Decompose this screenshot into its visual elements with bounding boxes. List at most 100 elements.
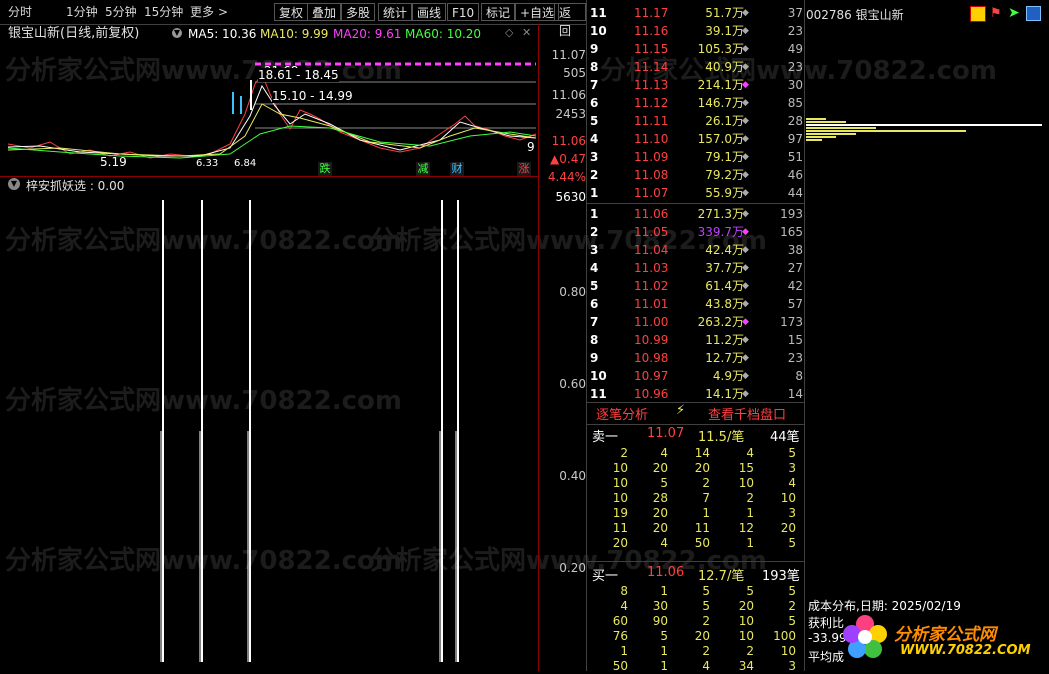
bid-row[interactable]: 5 11.02 61.4万 ◆ 42: [590, 277, 804, 295]
multi-stock-button[interactable]: 多股: [341, 3, 376, 21]
bid-volume: 42.4万: [705, 243, 744, 257]
trade-row: 10 5 2 10 4: [590, 476, 804, 491]
trade-cell: 10: [780, 491, 796, 505]
chevron-down-icon[interactable]: ▼: [172, 28, 182, 38]
ask-row[interactable]: 2 11.08 79.2万 ◆ 46: [590, 166, 804, 184]
profit-value: -33.99: [808, 631, 847, 645]
trade-row: 20 4 50 1 5: [590, 536, 804, 551]
ask-row[interactable]: 6 11.12 146.7万 ◆ 85: [590, 94, 804, 112]
close-icon[interactable]: ✕: [522, 26, 531, 39]
mark-button[interactable]: 标记: [481, 3, 516, 21]
trade-cell: 5: [788, 584, 796, 598]
bid-row[interactable]: 7 11.00 263.2万 ◆ 173: [590, 313, 804, 331]
trade-cell: 20: [738, 599, 754, 613]
bid-row[interactable]: 1 11.06 271.3万 ◆ 193: [590, 205, 804, 223]
f10-button[interactable]: F10: [447, 3, 480, 21]
trade-cell: 5: [702, 599, 710, 613]
tag-die[interactable]: 跌: [318, 162, 332, 176]
bid-volume: 37.7万: [705, 261, 744, 275]
trade-cell: 10: [738, 614, 754, 628]
diamond-icon: ◆: [742, 389, 749, 399]
fuquan-button[interactable]: 复权: [274, 3, 309, 21]
add-watchlist-button[interactable]: +自选: [515, 3, 560, 21]
ask-price: 11.13: [634, 78, 669, 92]
ask-level: 9: [590, 42, 599, 56]
bid-row[interactable]: 9 10.98 12.7万 ◆ 23: [590, 349, 804, 367]
bid-row[interactable]: 4 11.03 37.7万 ◆ 27: [590, 259, 804, 277]
tab-fenshi[interactable]: 分时: [8, 4, 32, 20]
ask-row[interactable]: 9 11.15 105.3万 ◆ 49: [590, 40, 804, 58]
trade-row: 10 20 20 15 3: [590, 461, 804, 476]
tab-5min[interactable]: 5分钟: [105, 4, 137, 20]
ask-count: 44: [787, 186, 803, 200]
divider: [586, 0, 587, 671]
axis-price1: 11.07: [551, 48, 586, 62]
tag-cai[interactable]: 财: [450, 162, 464, 176]
ask-count: 46: [787, 168, 803, 182]
tab-1min[interactable]: 1分钟: [66, 4, 98, 20]
ask-count: 51: [787, 150, 803, 164]
bid-volume: 12.7万: [705, 351, 744, 365]
ask-level: 6: [590, 96, 599, 110]
ask-row[interactable]: 3 11.09 79.1万 ◆ 51: [590, 148, 804, 166]
ask-row[interactable]: 8 11.14 40.9万 ◆ 23: [590, 58, 804, 76]
ask-price: 11.07: [634, 186, 669, 200]
bid-count: 38: [787, 243, 803, 257]
axis-tick: 0.20: [559, 561, 586, 575]
trade-cell: 5: [702, 584, 710, 598]
picture-icon[interactable]: [1026, 6, 1041, 21]
trade-cell: 4: [660, 446, 668, 460]
trade-cell: 2: [746, 491, 754, 505]
trade-cell: 14: [694, 446, 710, 460]
diamond-icon: ◆: [742, 209, 749, 219]
trade-cell: 4: [660, 536, 668, 550]
diamond-icon: ◆: [742, 98, 749, 108]
bid-row[interactable]: 11 10.96 14.1万 ◆ 14: [590, 385, 804, 403]
ask-volume: 146.7万: [697, 96, 744, 110]
back-button[interactable]: 返回: [554, 3, 586, 38]
bid-count: 193: [780, 207, 803, 221]
bid-row[interactable]: 6 11.01 43.8万 ◆ 57: [590, 295, 804, 313]
indicator-title: 梓安抓妖选 : 0.00: [26, 179, 125, 193]
trade-cell: 1: [660, 584, 668, 598]
diamond-icon: ◆: [742, 335, 749, 345]
ask-volume: 79.2万: [705, 168, 744, 182]
bid-count: 173: [780, 315, 803, 329]
ask-row[interactable]: 5 11.11 26.1万 ◆ 28: [590, 112, 804, 130]
diamond-icon: ◆: [742, 116, 749, 126]
diamond-icon[interactable]: ◇: [505, 26, 513, 39]
ask-row[interactable]: 4 11.10 157.0万 ◆ 97: [590, 130, 804, 148]
overlay-button[interactable]: 叠加: [307, 3, 342, 21]
bid-row[interactable]: 10 10.97 4.9万 ◆ 8: [590, 367, 804, 385]
flag-icon[interactable]: ⚑: [990, 6, 1002, 21]
bid-row[interactable]: 3 11.04 42.4万 ◆ 38: [590, 241, 804, 259]
draw-line-button[interactable]: 画线: [412, 3, 447, 21]
chevron-down-icon[interactable]: ▼: [8, 178, 20, 190]
diamond-icon: ◆: [742, 26, 749, 36]
ask-row[interactable]: 7 11.13 214.1万 ◆ 30: [590, 76, 804, 94]
ask-count: 28: [787, 114, 803, 128]
sell1-label: 卖一: [592, 430, 619, 445]
arrow-icon[interactable]: ➤: [1008, 5, 1020, 21]
tag-jian[interactable]: 减: [416, 162, 430, 176]
ask-row[interactable]: 11 11.17 51.7万 ◆ 37: [590, 4, 804, 22]
bid-row[interactable]: 2 11.05 339.7万 ◆ 165: [590, 223, 804, 241]
ask-price: 11.15: [634, 42, 669, 56]
bid-count: 42: [787, 279, 803, 293]
tab-15min[interactable]: 15分钟: [144, 4, 183, 20]
ask-price: 11.14: [634, 60, 669, 74]
tab-more[interactable]: 更多: [190, 4, 214, 20]
bid-row[interactable]: 8 10.99 11.2万 ◆ 15: [590, 331, 804, 349]
ask-row[interactable]: 1 11.07 55.9万 ◆ 44: [590, 184, 804, 202]
trade-row: 60 90 2 10 5: [590, 614, 804, 629]
stats-button[interactable]: 统计: [378, 3, 413, 21]
tab-trade-analysis[interactable]: 逐笔分析: [596, 404, 648, 423]
trade-cell: 3: [788, 461, 796, 475]
note-icon[interactable]: [970, 6, 986, 22]
ask-row[interactable]: 10 11.16 39.1万 ◆ 23: [590, 22, 804, 40]
tab-thousand-book[interactable]: 查看千档盘口: [708, 404, 786, 423]
divider: [586, 402, 804, 403]
chevron-right-icon[interactable]: >: [218, 4, 228, 20]
tag-zhang[interactable]: 涨: [517, 162, 531, 176]
trade-cell: 2: [702, 476, 710, 490]
